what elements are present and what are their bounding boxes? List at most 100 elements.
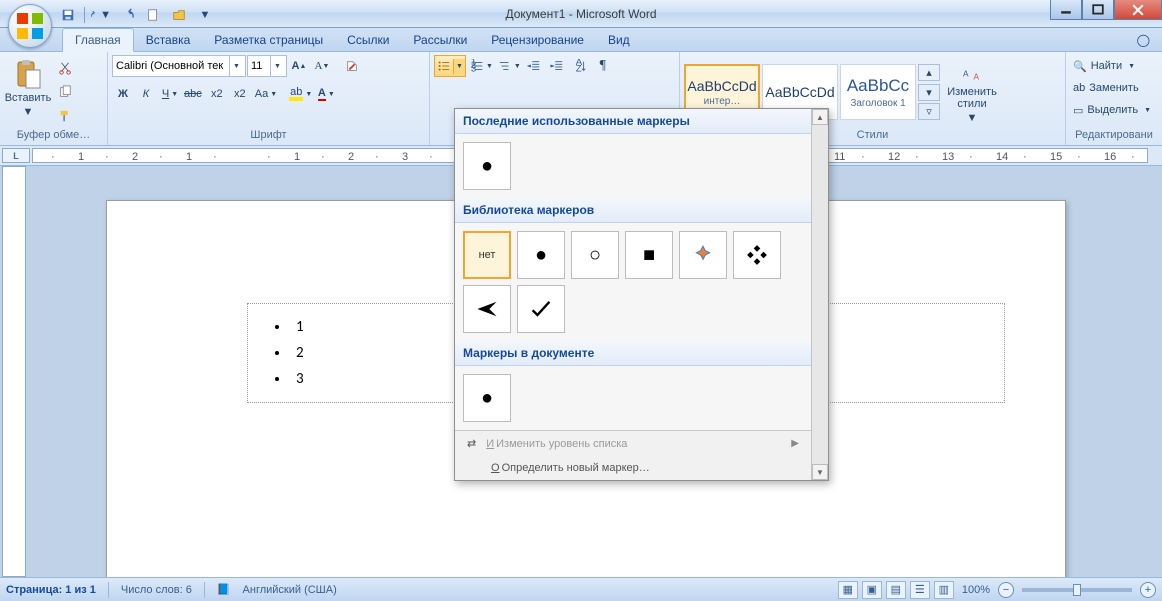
tab-insert[interactable]: Вставка [134,29,203,51]
group-editing-label: Редактировани [1070,129,1158,145]
zoom-in-button[interactable]: + [1140,582,1156,598]
qat-undo-button[interactable]: ▼ [91,5,111,25]
font-color-button[interactable]: A▼ [314,83,336,105]
zoom-level[interactable]: 100% [962,584,990,596]
bullets-dropdown: ▲▼ Последние использованные маркеры ● Би… [454,108,829,481]
group-clipboard-label: Буфер обме… [4,129,103,145]
bullet-arrow[interactable] [463,285,511,333]
underline-button[interactable]: Ч▼ [158,83,180,105]
maximize-button[interactable] [1082,0,1114,20]
style-item-3[interactable]: AaBbCcЗаголовок 1 [840,64,916,120]
status-bar: Страница: 1 из 1 Число слов: 6 📘 Английс… [0,577,1162,601]
highlight-button[interactable]: ab▼ [286,83,313,105]
replace-button[interactable]: abЗаменить [1070,77,1158,99]
tab-mailings[interactable]: Рассылки [401,29,479,51]
status-language[interactable]: Английский (США) [243,584,337,596]
cut-button[interactable] [54,57,76,79]
bullets-button[interactable]: ▼ [434,55,466,77]
zoom-out-button[interactable]: − [998,582,1014,598]
bullet-check[interactable] [517,285,565,333]
tab-references[interactable]: Ссылки [335,29,401,51]
office-button[interactable] [8,4,52,48]
indent-icon: ⇄ [467,437,476,450]
help-button[interactable]: ◯ [1125,29,1162,51]
strikethrough-button[interactable]: abc [181,83,205,105]
qat-new-button[interactable] [143,5,163,25]
clear-formatting-button[interactable] [341,55,363,77]
tab-home[interactable]: Главная [62,28,134,52]
view-outline[interactable]: ☰ [910,581,930,599]
section-indoc-label: Маркеры в документе [455,341,811,366]
view-draft[interactable]: ▥ [934,581,954,599]
tab-layout[interactable]: Разметка страницы [202,29,335,51]
tab-review[interactable]: Рецензирование [479,29,596,51]
shrink-font-button[interactable]: A▼ [311,55,333,77]
svg-text:A: A [974,73,980,82]
view-web-layout[interactable]: ▤ [886,581,906,599]
numbering-button[interactable]: 123▼ [467,55,494,77]
bullet-none[interactable]: нет [463,231,511,279]
group-editing: 🔍Найти▼ abЗаменить ▭Выделить▼ Редактиров… [1066,52,1162,145]
decrease-indent-button[interactable] [523,55,545,77]
window-title: Документ1 - Microsoft Word [505,7,656,21]
superscript-button[interactable]: x2 [229,83,251,105]
format-painter-button[interactable] [54,105,76,127]
proofing-icon[interactable]: 📘 [217,583,231,596]
panel-scrollbar[interactable]: ▲▼ [811,109,828,480]
qat-customize-button[interactable]: ▼ [195,5,215,25]
tab-view[interactable]: Вид [596,29,642,51]
change-case-button[interactable]: Aa▼ [252,83,278,105]
increase-indent-button[interactable] [546,55,568,77]
bold-button[interactable]: Ж [112,83,134,105]
find-button[interactable]: 🔍Найти▼ [1070,55,1158,77]
change-list-level[interactable]: ⇄ИИзменить уровень списка▶ [455,431,811,456]
styles-scroll-down[interactable]: ▾ [918,84,940,101]
styles-more[interactable]: ▿ [918,103,940,120]
group-font: ▼ ▼ A▲ A▼ Ж К Ч▼ abc x2 x2 Aa▼ ab▼ A▼ Шр… [108,52,430,145]
svg-text:Z: Z [576,63,582,73]
font-size-combo[interactable]: ▼ [247,55,287,77]
qat-redo-button[interactable] [117,5,137,25]
close-button[interactable] [1114,0,1162,20]
recent-bullet-disc[interactable]: ● [463,142,511,190]
svg-text:A: A [963,70,969,79]
bullet-square[interactable]: ■ [625,231,673,279]
paste-button[interactable]: Вставить ▼ [4,55,52,121]
select-button[interactable]: ▭Выделить▼ [1070,99,1158,121]
subscript-button[interactable]: x2 [206,83,228,105]
ribbon-tabs: Главная Вставка Разметка страницы Ссылки… [0,28,1162,52]
grow-font-button[interactable]: A▲ [288,55,310,77]
font-name-combo[interactable]: ▼ [112,55,246,77]
zoom-slider[interactable] [1022,588,1132,592]
bullet-circle[interactable]: ○ [571,231,619,279]
binoculars-icon: 🔍 [1073,60,1087,73]
status-page[interactable]: Страница: 1 из 1 [6,584,96,596]
change-styles-button[interactable]: AA Изменить стили▼ [942,59,1002,125]
font-size-input[interactable] [248,60,270,72]
section-library-label: Библиотека маркеров [455,198,811,223]
multilevel-list-button[interactable]: ▼ [495,55,522,77]
qat-save-button[interactable] [58,5,78,25]
view-full-screen[interactable]: ▣ [862,581,882,599]
qat-open-button[interactable] [169,5,189,25]
show-marks-button[interactable]: ¶ [592,55,614,77]
tab-selector[interactable]: L [2,148,30,163]
svg-text:3: 3 [471,63,476,73]
sort-button[interactable]: AZ [569,55,591,77]
bullet-4diamond[interactable] [679,231,727,279]
bullet-disc[interactable]: ● [517,231,565,279]
vertical-ruler[interactable] [2,166,26,577]
bullet-diamonds[interactable] [733,231,781,279]
indoc-bullet-disc[interactable]: ● [463,374,511,422]
office-logo-icon [17,13,43,39]
define-new-bullet[interactable]: ООпределить новый маркер… [455,456,811,480]
status-words[interactable]: Число слов: 6 [121,584,192,596]
group-clipboard: Вставить ▼ Буфер обме… [0,52,108,145]
copy-button[interactable] [54,81,76,103]
italic-button[interactable]: К [135,83,157,105]
styles-scroll-up[interactable]: ▴ [918,64,940,81]
minimize-button[interactable] [1050,0,1082,20]
view-print-layout[interactable]: ▦ [838,581,858,599]
font-name-input[interactable] [113,60,229,72]
cursor-icon: ▭ [1073,104,1083,117]
